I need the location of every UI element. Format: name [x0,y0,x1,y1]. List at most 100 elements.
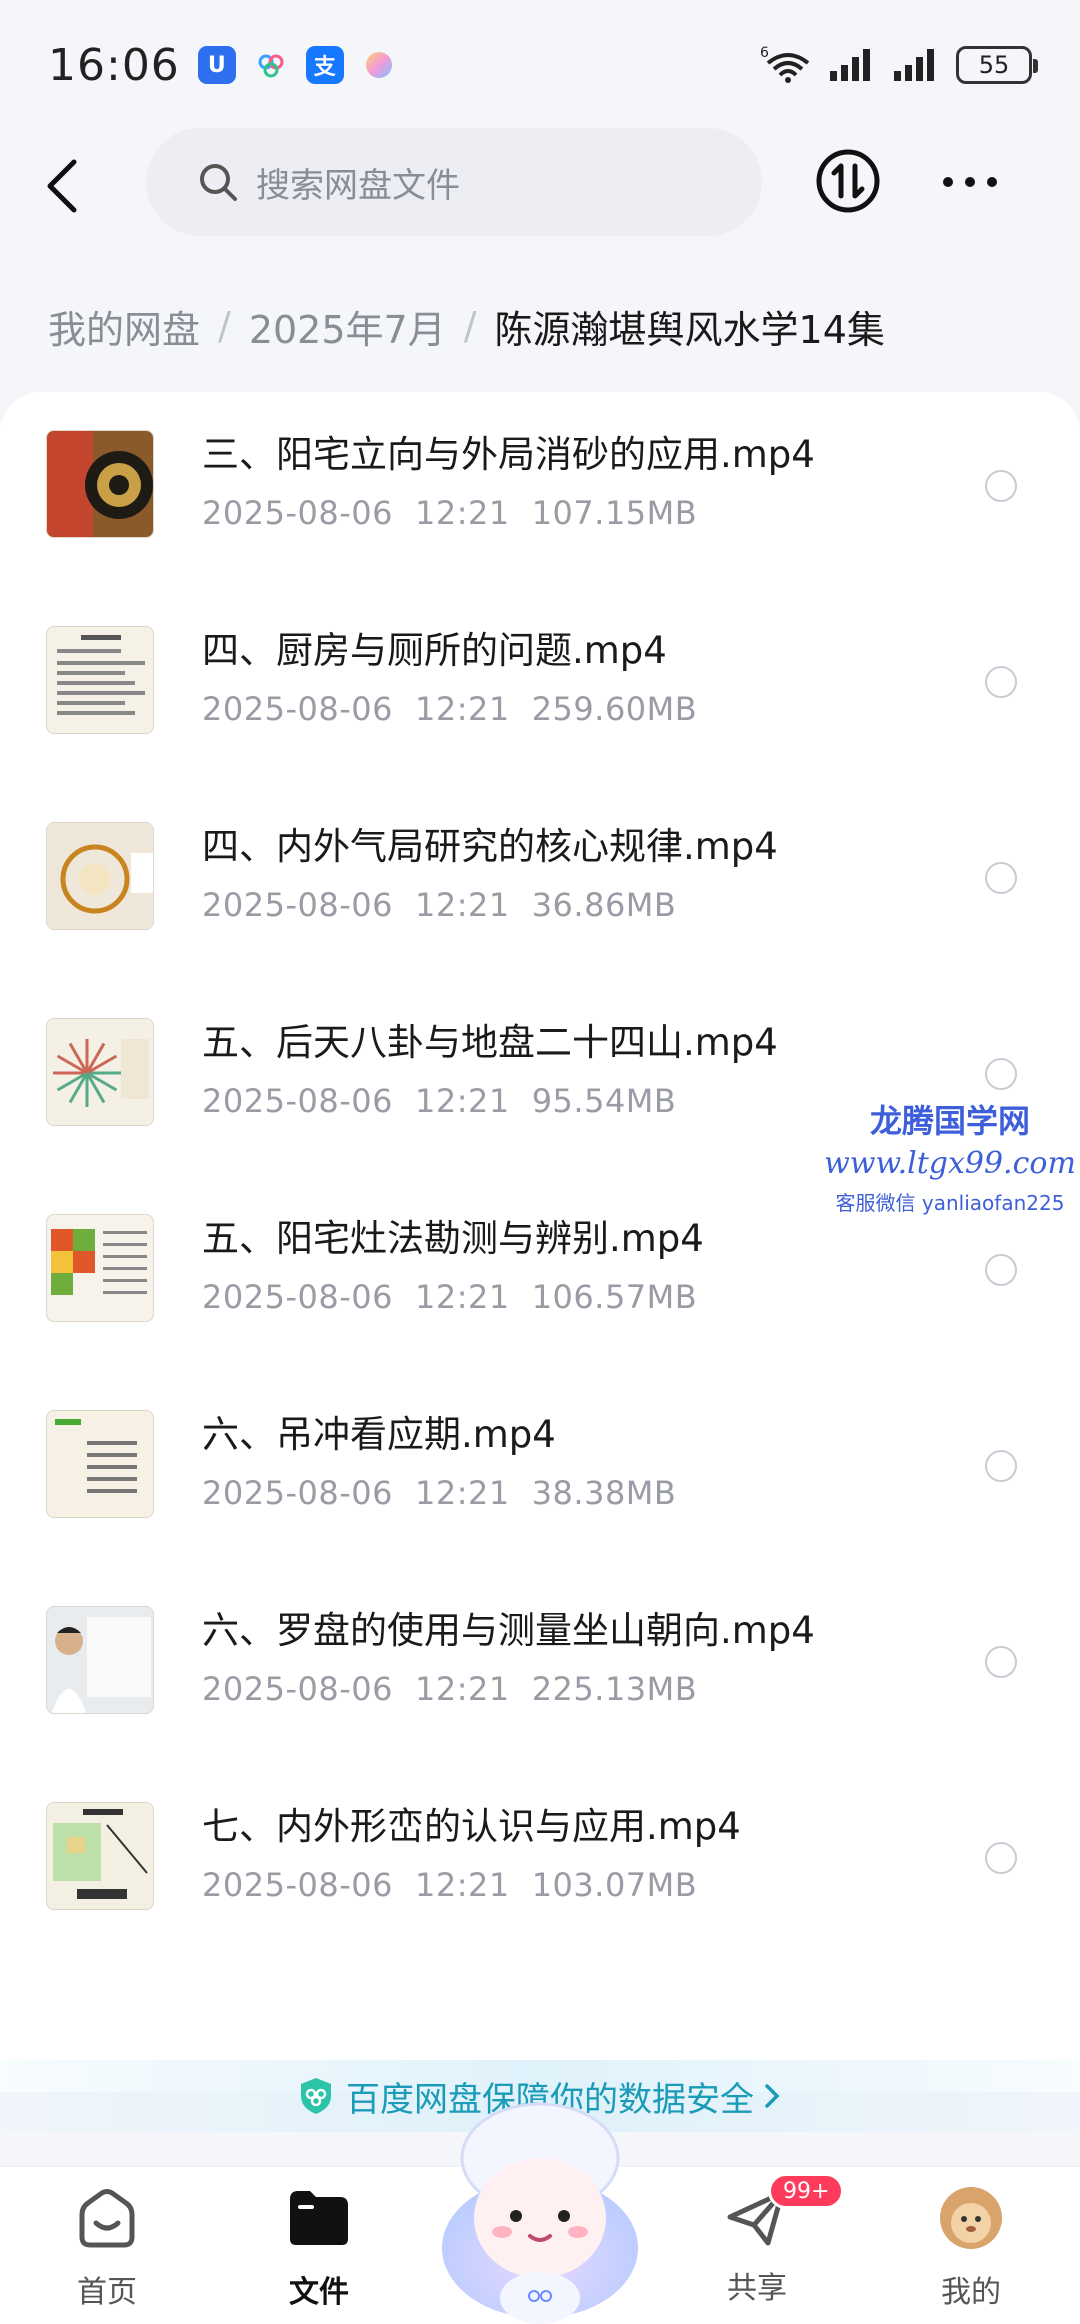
file-size: 225.13MB [531,1670,698,1708]
notification-icons: U 支 [197,46,398,84]
chevron-right-icon [765,2084,780,2108]
video-thumbnail [46,1802,154,1910]
select-radio[interactable] [985,1646,1017,1678]
file-size: 38.38MB [531,1474,677,1512]
search-icon [200,164,237,201]
file-meta: 2025-08-06 12:21 103.07MB [202,1866,697,1904]
breadcrumb-item-root[interactable]: 我的网盘 [48,299,200,354]
select-radio[interactable] [985,862,1017,894]
transfer-icon[interactable] [815,148,881,214]
file-time: 12:21 [414,690,510,728]
wifi-icon: 6 [760,45,810,83]
shield-icon [301,2078,331,2114]
file-name: 六、吊冲看应期.mp4 [202,1413,556,1456]
file-date: 2025-08-06 [202,1278,393,1316]
file-meta: 2025-08-06 12:21 225.13MB [202,1670,697,1708]
folder-icon [290,2191,348,2245]
search-input[interactable]: 搜索网盘文件 [146,128,762,236]
file-name: 六、罗盘的使用与测量坐山朝向.mp4 [202,1609,815,1652]
tab-label: 我的 [941,2275,1001,2310]
video-thumbnail [46,626,154,734]
select-radio[interactable] [985,1058,1017,1090]
file-date: 2025-08-06 [202,1670,393,1708]
clock: 16:06 [48,39,180,91]
tab-share[interactable]: 99+ 共享 [692,2173,845,2307]
video-thumbnail [46,1018,154,1126]
tab-home[interactable]: 首页 [42,2185,172,2311]
select-radio[interactable] [985,1450,1017,1482]
battery-indicator: 55 [956,46,1038,84]
file-meta: 2025-08-06 12:21 259.60MB [202,690,697,728]
file-date: 2025-08-06 [202,1474,393,1512]
file-time: 12:21 [414,1082,510,1120]
cloud-app-icon [252,46,290,84]
shield-app-icon: U [197,46,236,84]
select-radio[interactable] [985,470,1017,502]
svg-text:6: 6 [760,45,769,61]
select-radio[interactable] [985,1842,1017,1874]
file-row[interactable]: 三、阳宅立向与外局消砂的应用.mp4 2025-08-06 12:21 107.15M… [0,406,1080,602]
file-meta: 2025-08-06 12:21 36.86MB [202,886,676,924]
file-date: 2025-08-06 [202,1082,393,1120]
tab-label: 首页 [77,2275,137,2310]
file-row[interactable]: 七、内外形峦的认识与应用.mp4 2025-08-06 12:21 103.07MB [0,1778,1080,1974]
gradient-app-icon [360,46,398,84]
video-thumbnail [46,430,154,538]
file-time: 12:21 [414,1670,510,1708]
select-radio[interactable] [985,1254,1017,1286]
watermark: 龙腾国学网 www.ltgx99.com 客服微信 yanliaofan225 [820,1096,1080,1216]
file-name: 四、厨房与厕所的问题.mp4 [202,629,667,672]
watermark-title: 龙腾国学网 [869,1102,1030,1140]
video-thumbnail [46,1214,154,1322]
file-size: 259.60MB [531,690,698,728]
file-date: 2025-08-06 [202,1866,393,1904]
file-list: 三、阳宅立向与外局消砂的应用.mp4 2025-08-06 12:21 107.15M… [0,392,1080,2092]
tab-label: 共享 [727,2271,787,2306]
breadcrumb-item-month[interactable]: 2025年7月 [249,299,446,354]
video-thumbnail [46,822,154,930]
home-icon [79,2189,135,2248]
file-meta: 2025-08-06 12:21 107.15MB [202,494,697,532]
video-thumbnail [46,1606,154,1714]
signal-icon [830,49,870,81]
breadcrumb-separator: / [463,304,477,348]
top-nav: 搜索网盘文件 [0,120,1080,250]
select-radio[interactable] [985,666,1017,698]
search-placeholder: 搜索网盘文件 [256,165,460,206]
signal-icon-2 [894,49,934,81]
file-time: 12:21 [414,1474,510,1512]
file-name: 七、内外形峦的认识与应用.mp4 [202,1805,741,1848]
file-name: 四、内外气局研究的核心规律.mp4 [202,825,778,868]
file-meta: 2025-08-06 12:21 95.54MB [202,1082,676,1120]
file-time: 12:21 [414,886,510,924]
file-row[interactable]: 四、厨房与厕所的问题.mp4 2025-08-06 12:21 259.60MB [0,602,1080,798]
file-name: 三、阳宅立向与外局消砂的应用.mp4 [202,433,815,476]
alipay-app-icon: 支 [305,46,344,84]
file-date: 2025-08-06 [202,494,393,532]
file-size: 107.15MB [531,494,698,532]
file-time: 12:21 [414,1278,510,1316]
tab-label: 文件 [289,2275,349,2310]
file-row[interactable]: 六、吊冲看应期.mp4 2025-08-06 12:21 38.38MB [0,1386,1080,1582]
file-time: 12:21 [414,1866,510,1904]
more-icon[interactable] [940,172,1000,192]
breadcrumb-separator: / [218,304,231,348]
tab-profile[interactable]: 我的 [906,2185,1036,2311]
back-icon[interactable] [42,156,82,216]
watermark-contact: 客服微信 yanliaofan225 [835,1191,1065,1215]
file-row[interactable]: 五、阳宅灶法勘测与辨别.mp4 2025-08-06 12:21 106.57MB [0,1190,1080,1386]
file-row[interactable]: 四、内外气局研究的核心规律.mp4 2025-08-06 12:21 36.86MB [0,798,1080,994]
file-name: 五、阳宅灶法勘测与辨别.mp4 [202,1217,704,1260]
notification-badge: 99+ [768,2173,845,2209]
file-date: 2025-08-06 [202,886,393,924]
file-row[interactable]: 六、罗盘的使用与测量坐山朝向.mp4 2025-08-06 12:21 225.13M… [0,1582,1080,1778]
file-meta: 2025-08-06 12:21 38.38MB [202,1474,676,1512]
breadcrumb-current: 陈源瀚堪舆风水学14集 [494,307,885,352]
mascot-assistant-icon[interactable] [436,2098,644,2324]
file-size: 106.57MB [531,1278,698,1316]
file-time: 12:21 [414,494,510,532]
video-thumbnail [46,1410,154,1518]
watermark-url: www.ltgx99.com [824,1146,1076,1181]
tab-files[interactable]: 文件 [254,2185,384,2311]
file-name: 五、后天八卦与地盘二十四山.mp4 [202,1021,778,1064]
